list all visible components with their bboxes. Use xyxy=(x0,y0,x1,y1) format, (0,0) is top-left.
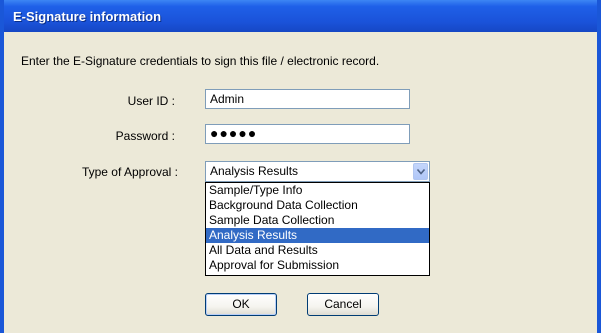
instructions-text: Enter the E-Signature credentials to sig… xyxy=(21,54,380,68)
option-sample-type-info[interactable]: Sample/Type Info xyxy=(206,183,429,198)
password-label: Password : xyxy=(115,129,175,143)
approval-type-label: Type of Approval : xyxy=(81,165,178,179)
password-field[interactable]: ●●●●● xyxy=(205,124,410,144)
dropdown-button[interactable] xyxy=(413,163,428,180)
dialog-title: E-Signature information xyxy=(13,9,162,24)
ok-button[interactable]: OK xyxy=(205,293,277,316)
option-sample-data-collection[interactable]: Sample Data Collection xyxy=(206,213,429,228)
cancel-button[interactable]: Cancel xyxy=(307,293,379,316)
user-id-field[interactable]: Admin xyxy=(205,89,410,109)
user-id-label: User ID : xyxy=(127,94,175,108)
approval-type-value: Analysis Results xyxy=(210,164,299,178)
option-analysis-results[interactable]: Analysis Results xyxy=(206,228,429,243)
option-all-data-and-results[interactable]: All Data and Results xyxy=(206,243,429,258)
option-background-data-collection[interactable]: Background Data Collection xyxy=(206,198,429,213)
title-bar[interactable]: E-Signature information xyxy=(4,0,597,32)
approval-type-select[interactable]: Analysis Results xyxy=(205,161,430,182)
option-approval-for-submission[interactable]: Approval for Submission xyxy=(206,258,429,273)
approval-options-list: Sample/Type Info Background Data Collect… xyxy=(205,182,430,276)
chevron-down-icon xyxy=(417,169,425,175)
